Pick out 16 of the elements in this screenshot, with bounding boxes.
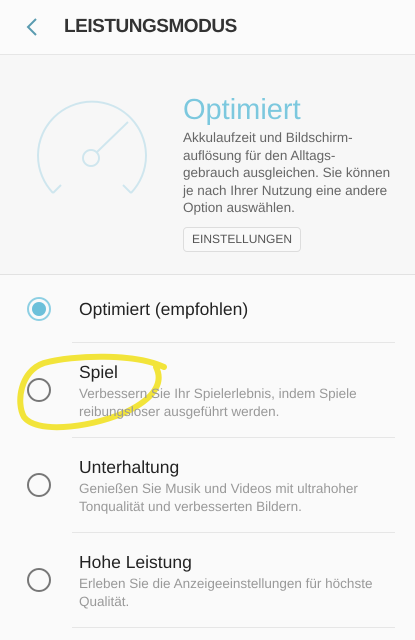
radio-button[interactable] bbox=[27, 568, 51, 592]
mode-label: Unterhaltung bbox=[79, 456, 180, 478]
back-icon[interactable] bbox=[26, 17, 38, 37]
radio-button[interactable] bbox=[27, 473, 51, 497]
mode-label: Hohe Leistung bbox=[79, 550, 193, 574]
mode-label: Optimiert (empfohlen) bbox=[79, 298, 250, 320]
radio-button[interactable] bbox=[27, 296, 51, 320]
mode-title: Optimiert bbox=[183, 93, 301, 127]
mode-description: Genießen Sie Musik und Videos mit ultrahoher Tonqualität und verbesserten Bildern. bbox=[79, 480, 359, 516]
gauge-icon bbox=[36, 100, 148, 195]
radio-button[interactable] bbox=[27, 378, 51, 402]
page-title: LEISTUNGSMODUS bbox=[64, 14, 237, 39]
settings-button[interactable]: EINSTELLUNGEN bbox=[183, 226, 302, 252]
mode-label: Spiel bbox=[79, 360, 119, 384]
mode-description: Akkulaufzeit und Bildschirm-auflösung für den Alltags-gebrauch ausgleichen. Sie können je nach Ihrer Nutzung eine andere Option auswählen. bbox=[183, 129, 391, 216]
mode-description: Erleben Sie die Anzeigeeinstellungen für höchste Qualität. bbox=[79, 574, 374, 610]
